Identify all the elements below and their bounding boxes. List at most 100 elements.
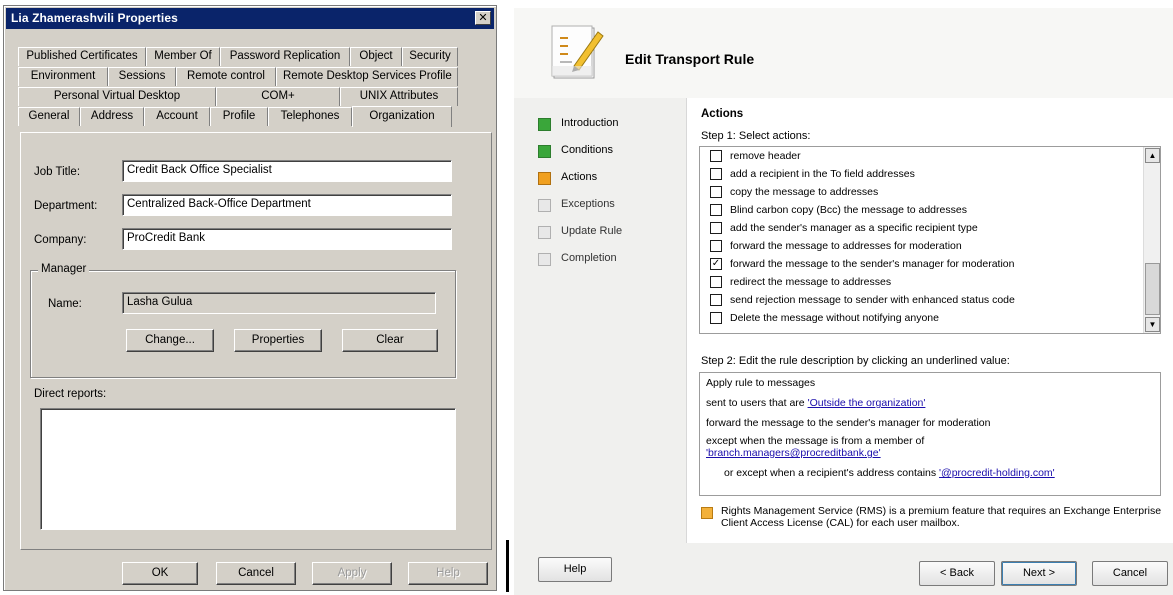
action-label: Delete the message without notifying any… [730, 312, 939, 324]
checkbox[interactable] [710, 186, 722, 198]
direct-reports-list[interactable] [40, 408, 456, 530]
action-item[interactable]: ✓ forward the message to the sender's man… [700, 255, 1160, 273]
desc-apply-line: Apply rule to messages [706, 377, 816, 389]
branch-managers-link[interactable]: 'branch.managers@procreditbank.ge' [706, 447, 881, 459]
checkbox[interactable] [710, 204, 722, 216]
change-manager-button[interactable]: Change... [126, 329, 214, 352]
checkbox[interactable] [710, 222, 722, 234]
action-item[interactable]: Delete the message without notifying any… [700, 309, 1160, 327]
scroll-down-icon[interactable]: ▼ [1145, 317, 1160, 332]
action-label: copy the message to addresses [730, 186, 879, 198]
apply-button[interactable]: Apply [312, 562, 392, 585]
action-item[interactable]: remove header [700, 147, 1160, 165]
action-item[interactable]: Blind carbon copy (Bcc) the message to a… [700, 201, 1160, 219]
manager-name-label: Name: [48, 298, 82, 310]
action-item[interactable]: copy the message to addresses [700, 183, 1160, 201]
cancel-button[interactable]: Cancel [216, 562, 296, 585]
actions-scrollbar[interactable]: ▲ ▼ [1143, 147, 1160, 333]
checkbox[interactable] [710, 150, 722, 162]
tab-remote-desktop-services-profile[interactable]: Remote Desktop Services Profile [276, 67, 458, 86]
nav-step-completion[interactable]: Completion [538, 249, 622, 276]
checkbox[interactable] [710, 294, 722, 306]
nav-step-label: Actions [561, 171, 598, 183]
desc-or-except-line: or except when a recipient's address con… [724, 467, 1055, 479]
action-item[interactable]: add a recipient in the To field addresse… [700, 165, 1160, 183]
rms-info-text: Rights Management Service (RMS) is a pre… [721, 505, 1162, 529]
clear-manager-button[interactable]: Clear [342, 329, 438, 352]
tab-row-3: Personal Virtual Desktop COM+ UNIX Attri… [18, 86, 458, 106]
wizard-help-button[interactable]: Help [538, 557, 612, 582]
outside-organization-link[interactable]: 'Outside the organization' [808, 397, 926, 409]
tab-security[interactable]: Security [402, 47, 458, 66]
tab-row-1: Published Certificates Member Of Passwor… [18, 46, 458, 66]
checkbox[interactable] [710, 240, 722, 252]
nav-step-label: Introduction [561, 117, 619, 129]
action-label: add the sender's manager as a specific r… [730, 222, 978, 234]
tab-password-replication[interactable]: Password Replication [220, 47, 350, 66]
step1-label: Step 1: Select actions: [701, 130, 811, 142]
action-label: remove header [730, 150, 801, 162]
rms-info: Rights Management Service (RMS) is a pre… [701, 505, 1171, 529]
help-button[interactable]: Help [408, 562, 488, 585]
user-properties-dialog: Lia Zhamerashvili Properties ✕ Published… [3, 5, 497, 591]
tab-row-2: Environment Sessions Remote control Remo… [18, 66, 458, 86]
tab-member-of[interactable]: Member Of [146, 47, 220, 66]
action-label: add a recipient in the To field addresse… [730, 168, 915, 180]
nav-step-conditions[interactable]: Conditions [538, 141, 622, 168]
domain-link[interactable]: '@procredit-holding.com' [939, 467, 1055, 479]
nav-step-exceptions[interactable]: Exceptions [538, 195, 622, 222]
action-label: send rejection message to sender with en… [730, 294, 1015, 306]
wizard-title: Edit Transport Rule [625, 51, 755, 67]
manager-properties-button[interactable]: Properties [234, 329, 322, 352]
tab-general[interactable]: General [18, 107, 80, 126]
edit-transport-rule-wizard: Edit Transport Rule Introduction Conditi… [514, 8, 1173, 595]
tab-object[interactable]: Object [350, 47, 402, 66]
wizard-content-pane: Actions Step 1: Select actions: remove h… [686, 98, 1173, 543]
company-field[interactable]: ProCredit Bank [122, 228, 452, 250]
back-button[interactable]: < Back [919, 561, 995, 586]
checkbox[interactable] [710, 276, 722, 288]
tab-profile[interactable]: Profile [210, 107, 268, 126]
action-item[interactable]: redirect the message to addresses [700, 273, 1160, 291]
desc-text: sent to users that are [706, 397, 808, 409]
tab-row-4: General Address Account Profile Telephon… [18, 106, 452, 127]
tab-unix-attributes[interactable]: UNIX Attributes [340, 87, 458, 106]
close-icon[interactable]: ✕ [475, 11, 491, 25]
tab-address[interactable]: Address [80, 107, 144, 126]
checkbox-checked[interactable]: ✓ [710, 258, 722, 270]
desc-sent-to-line: sent to users that are 'Outside the orga… [706, 397, 925, 409]
tab-remote-control[interactable]: Remote control [176, 67, 276, 86]
checkbox[interactable] [710, 168, 722, 180]
tab-account[interactable]: Account [144, 107, 210, 126]
dialog-title: Lia Zhamerashvili Properties [11, 11, 178, 25]
manager-name-field: Lasha Gulua [122, 292, 436, 314]
nav-step-actions[interactable]: Actions [538, 168, 622, 195]
job-title-field[interactable]: Credit Back Office Specialist [122, 160, 452, 182]
tab-organization[interactable]: Organization [352, 106, 452, 127]
action-item[interactable]: forward the message to addresses for mod… [700, 237, 1160, 255]
step-pending-icon [538, 226, 551, 239]
nav-step-update-rule[interactable]: Update Rule [538, 222, 622, 249]
nav-step-introduction[interactable]: Introduction [538, 114, 622, 141]
department-field[interactable]: Centralized Back-Office Department [122, 194, 452, 216]
wizard-cancel-button[interactable]: Cancel [1092, 561, 1168, 586]
tab-published-certificates[interactable]: Published Certificates [18, 47, 146, 66]
job-title-label: Job Title: [34, 166, 81, 178]
action-item[interactable]: add the sender's manager as a specific r… [700, 219, 1160, 237]
tab-com-plus[interactable]: COM+ [216, 87, 340, 106]
tab-telephones[interactable]: Telephones [268, 107, 352, 126]
company-label: Company: [34, 234, 87, 246]
checkbox[interactable] [710, 312, 722, 324]
direct-reports-label: Direct reports: [34, 388, 107, 400]
action-label: forward the message to the sender's mana… [730, 258, 1015, 270]
next-button[interactable]: Next > [1001, 561, 1077, 586]
tab-environment[interactable]: Environment [18, 67, 108, 86]
scroll-thumb[interactable] [1145, 263, 1160, 315]
step2-label: Step 2: Edit the rule description by cli… [701, 355, 1010, 367]
tab-personal-virtual-desktop[interactable]: Personal Virtual Desktop [18, 87, 216, 106]
wizard-steps-nav: Introduction Conditions Actions Exceptio… [538, 114, 622, 276]
tab-sessions[interactable]: Sessions [108, 67, 176, 86]
ok-button[interactable]: OK [122, 562, 198, 585]
scroll-up-icon[interactable]: ▲ [1145, 148, 1160, 163]
action-item[interactable]: send rejection message to sender with en… [700, 291, 1160, 309]
